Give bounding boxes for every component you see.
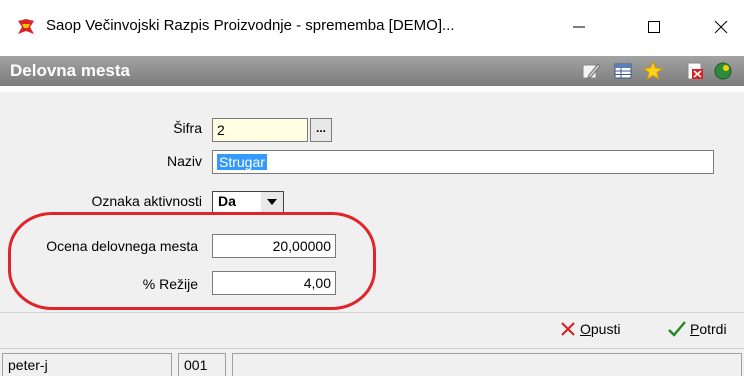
oznaka-select[interactable]: Da [212,191,284,213]
cancel-x-icon [561,322,575,336]
ocena-input[interactable]: 20,00000 [212,234,336,258]
naziv-label: Naziv [166,153,202,169]
potrdi-label: Potrdi [690,321,727,337]
rezije-input[interactable]: 4,00 [212,271,336,295]
sifra-label: Šifra [173,120,202,136]
potrdi-button[interactable]: Potrdi [668,321,727,337]
naziv-input[interactable]: Strugar [212,150,714,174]
delete-icon[interactable] [684,61,706,81]
checkmark-icon [668,321,686,337]
maximize-button[interactable] [631,10,677,44]
favorite-star-icon[interactable] [642,61,664,81]
section-header: Delovna mesta [0,56,744,86]
rezije-label: % Režije [142,276,198,292]
close-icon [714,20,728,34]
section-title: Delovna mesta [10,61,130,80]
window-title: Saop Večinvojski Razpis Proizvodnje - sp… [46,17,455,34]
ocena-label: Ocena delovnega mesta [46,238,198,254]
edit-icon[interactable] [580,61,602,81]
opusti-label: Opusti [580,321,621,337]
status-user: peter-j [2,353,172,376]
status-bar: peter-j 001 [0,348,744,376]
app-logo-icon [18,19,34,34]
minimize-button[interactable] [556,10,602,44]
window-titlebar: Saop Večinvojski Razpis Proizvodnje - sp… [0,0,744,50]
help-icon[interactable] [712,61,734,81]
table-view-icon[interactable] [612,61,634,81]
oznaka-value: Da [218,193,236,209]
maximize-icon [648,21,660,33]
sifra-input[interactable]: 2 [212,118,308,142]
oznaka-dropdown-arrow[interactable] [261,192,283,212]
status-extra [232,353,742,376]
chevron-down-icon [267,199,277,205]
minimize-icon [573,26,585,28]
oznaka-label: Oznaka aktivnosti [91,193,203,209]
sifra-lookup-button[interactable]: ... [310,118,332,142]
close-button[interactable] [698,10,744,44]
opusti-button[interactable]: Opusti [560,321,620,337]
action-bar: Opusti Potrdi [0,312,744,348]
status-code: 001 [178,353,226,376]
naziv-value: Strugar [217,154,267,170]
